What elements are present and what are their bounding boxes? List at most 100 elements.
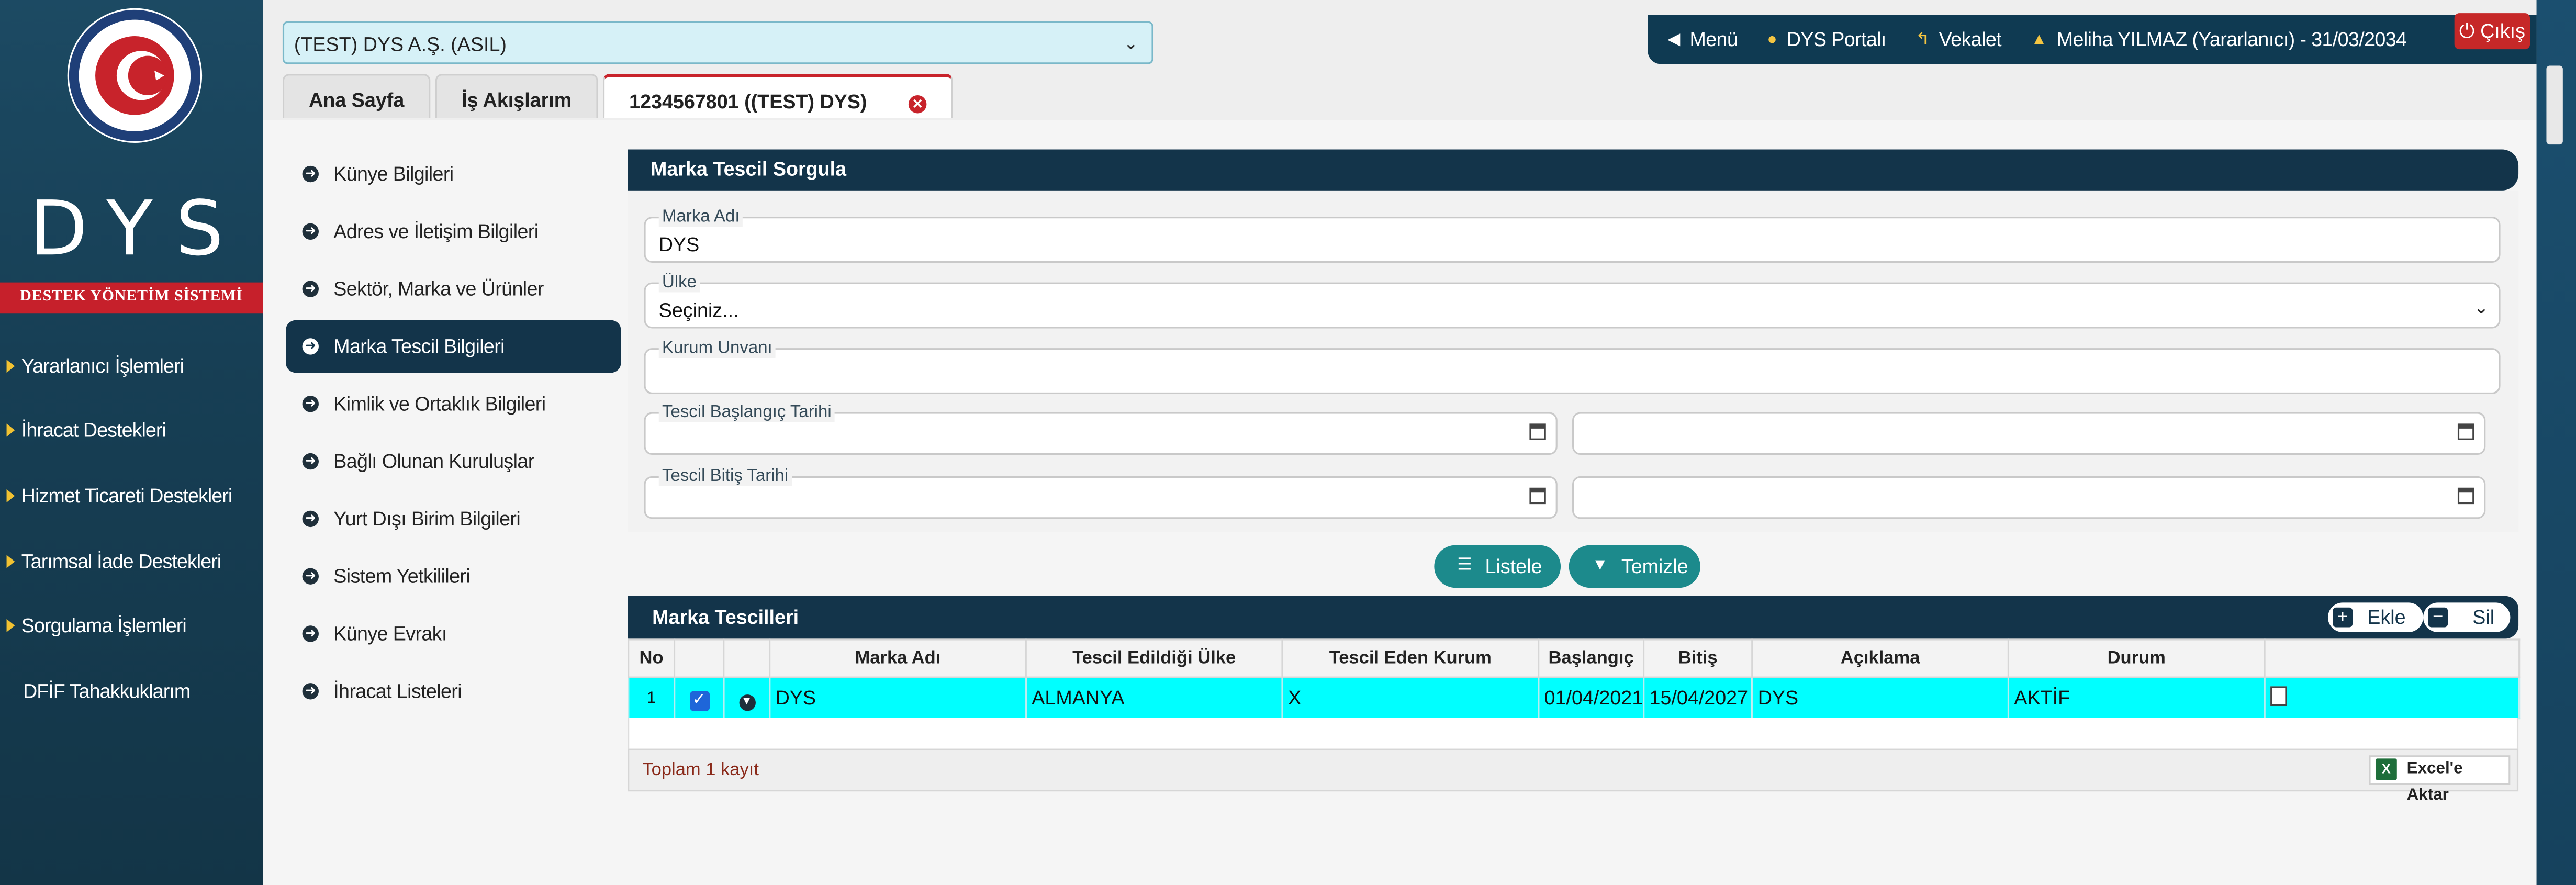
nav-label: Yurt Dışı Birim Bilgileri <box>333 507 521 531</box>
sidebar-item-tarimsal-iade[interactable]: Tarımsal İade Destekleri <box>0 529 263 593</box>
column-header <box>673 638 725 678</box>
sidebar-item-label: Tarımsal İade Destekleri <box>21 549 221 573</box>
column-header[interactable]: Başlangıç <box>1538 638 1645 678</box>
nav-yurt-disi-birim[interactable]: ➜ Yurt Dışı Birim Bilgileri <box>286 492 621 545</box>
nav-label: Sistem Yetkilileri <box>333 565 471 588</box>
close-tab-icon[interactable]: ✕ <box>909 95 927 114</box>
kurum-unvani-field[interactable]: Kurum Unvanı <box>644 338 2501 394</box>
column-header[interactable]: Marka Adı <box>769 638 1027 678</box>
nav-user-link[interactable]: ▲ Meliha YILMAZ (Yararlanıcı) - 31/03/20… <box>2031 28 2407 51</box>
exit-button[interactable]: ⏻ Çıkış <box>2454 13 2530 50</box>
nav-marka-tescil[interactable]: ➜ Marka Tescil Bilgileri <box>286 320 621 373</box>
sidebar-item-label: DFİF Tahakkuklarım <box>23 679 191 703</box>
tab-firm-record[interactable]: 1234567801 ((TEST) DYS) ✕ <box>602 74 953 118</box>
plus-icon: + <box>2333 607 2353 628</box>
button-label: Ekle <box>2367 606 2406 629</box>
calendar-icon[interactable] <box>1529 487 1546 505</box>
arrow-circle-icon: ➜ <box>302 568 319 585</box>
sidebar-item-sorgulama[interactable]: Sorgulama İşlemleri <box>0 593 263 658</box>
column-header[interactable]: Durum <box>2007 638 2266 678</box>
nav-user-label: Meliha YILMAZ (Yararlanıcı) - 31/03/2034 <box>2056 28 2407 51</box>
sidebar-item-hizmet-ticareti[interactable]: Hizmet Ticareti Destekleri <box>0 463 263 528</box>
cell-aciklama: DYS <box>1751 676 2009 720</box>
nav-vekalet-link[interactable]: ↰ Vekalet <box>1916 28 2001 51</box>
arrow-circle-icon: ➜ <box>302 683 319 700</box>
field-value: DYS <box>658 233 700 256</box>
nav-menu-link[interactable]: ◀ Menü <box>1667 28 1738 51</box>
calendar-icon[interactable] <box>1529 423 1546 440</box>
ministry-seal-logo <box>67 8 203 143</box>
arrow-circle-icon: ➜ <box>302 223 319 240</box>
sidebar-item-dfif[interactable]: DFİF Tahakkuklarım <box>0 658 263 723</box>
sidebar-item-label: Yararlanıcı İşlemleri <box>21 354 184 377</box>
column-header[interactable]: Tescil Eden Kurum <box>1281 638 1540 678</box>
nav-sektor-marka[interactable]: ➜ Sektör, Marka ve Ürünler <box>286 263 621 315</box>
listele-button[interactable]: ☰ Listele <box>1434 545 1561 588</box>
nav-label: Künye Evrakı <box>333 622 447 645</box>
scrollbar[interactable] <box>2536 0 2576 885</box>
nav-kunye-bilgileri[interactable]: ➜ Künye Bilgileri <box>286 148 621 200</box>
calendar-icon[interactable] <box>2457 423 2474 440</box>
ulke-select[interactable]: Ülke Seçiniz... ⌄ <box>644 272 2501 329</box>
delete-button[interactable]: − Sil <box>2423 602 2511 632</box>
field-label: Marka Adı <box>658 207 743 227</box>
arrow-circle-icon: ➜ <box>302 281 319 297</box>
record-section-nav: ➜ Künye Bilgileri ➜ Adres ve İletişim Bilg… <box>286 148 621 722</box>
marka-adi-field[interactable]: Marka Adı DYS <box>644 207 2501 263</box>
tab-label: Ana Sayfa <box>309 88 405 112</box>
row-document[interactable] <box>2264 676 2521 720</box>
nav-sistem-yetkilileri[interactable]: ➜ Sistem Yetkilileri <box>286 550 621 602</box>
nav-bagli-kuruluslar[interactable]: ➜ Bağlı Olunan Kuruluşlar <box>286 435 621 487</box>
temizle-button[interactable]: ▼ Temizle <box>1569 545 1700 588</box>
excel-export-button[interactable]: X Excel'e Aktar <box>2369 755 2511 804</box>
nav-portal-link[interactable]: ● DYS Portalı <box>1767 28 1887 51</box>
tescil-bitis-to-field[interactable] <box>1572 476 2486 519</box>
nav-kimlik-ortaklik[interactable]: ➜ Kimlik ve Ortaklık Bilgileri <box>286 378 621 430</box>
scrollbar-thumb[interactable] <box>2546 65 2563 145</box>
tescil-bitis-from-field[interactable]: Tescil Bitiş Tarihi <box>644 466 1558 519</box>
top-navigation: ◀ Menü ● DYS Portalı ↰ Vekalet ▲ Meliha … <box>1648 15 2537 64</box>
arrow-circle-icon: ➜ <box>302 396 319 412</box>
tab-ana-sayfa[interactable]: Ana Sayfa <box>282 74 431 118</box>
nav-kunye-evraki[interactable]: ➜ Künye Evrakı <box>286 608 621 660</box>
row-expand[interactable]: ▼ <box>723 676 771 720</box>
table-row[interactable]: 1 ✓ ▼ DYS ALMANYA X 01/04/2021 15/04/202… <box>628 676 2521 720</box>
caret-right-icon <box>6 489 15 502</box>
column-header[interactable]: Açıklama <box>1751 638 2009 678</box>
tescil-baslangic-to-field[interactable] <box>1572 412 2486 455</box>
arrow-circle-icon: ➜ <box>302 338 319 355</box>
cell-kurum: X <box>1281 676 1540 720</box>
tescil-baslangic-from-field[interactable]: Tescil Başlangıç Tarihi <box>644 402 1558 455</box>
checkmark-icon: ✓ <box>689 690 709 710</box>
sidebar-item-yararlanici[interactable]: Yararlanıcı İşlemleri <box>0 333 263 398</box>
table-footer: Toplam 1 kayıt X Excel'e Aktar <box>628 748 2519 804</box>
filter-icon: ▼ <box>1592 556 1608 575</box>
tab-label: İş Akışlarım <box>462 88 572 112</box>
column-header[interactable]: Bitiş <box>1642 638 1753 678</box>
button-label: Listele <box>1485 555 1542 578</box>
column-header <box>723 638 771 678</box>
nav-ihracat-listeleri[interactable]: ➜ İhracat Listeleri <box>286 665 621 718</box>
caret-right-icon <box>6 619 15 633</box>
column-header[interactable]: No <box>628 638 676 678</box>
globe-icon: ● <box>1767 30 1777 49</box>
cell-bitis: 15/04/2027 <box>1642 676 1753 720</box>
add-button[interactable]: + Ekle <box>2327 602 2424 632</box>
arrow-circle-icon: ➜ <box>302 625 319 642</box>
search-form: Marka Adı DYS Ülke Seçiniz... ⌄ Kurum Un… <box>628 190 2519 532</box>
power-icon: ⏻ <box>2459 19 2475 43</box>
user-icon: ▲ <box>2031 30 2047 49</box>
system-name-banner: DESTEK YÖNETİM SİSTEMİ <box>0 282 263 314</box>
column-header[interactable]: Tescil Edildiği Ülke <box>1025 638 1283 678</box>
side-menu: Yararlanıcı İşlemleri İhracat Destekleri… <box>0 333 263 723</box>
tab-is-akislarim[interactable]: İş Akışlarım <box>435 74 598 118</box>
nav-adres-iletisim[interactable]: ➜ Adres ve İletişim Bilgileri <box>286 205 621 257</box>
sidebar-item-ihracat[interactable]: İhracat Destekleri <box>0 398 263 463</box>
column-header <box>2264 638 2521 678</box>
cell-baslangic: 01/04/2021 <box>1538 676 1645 720</box>
calendar-icon[interactable] <box>2457 487 2474 505</box>
row-checkbox[interactable]: ✓ <box>673 676 725 720</box>
results-header: Marka Tescilleri + Ekle − Sil <box>628 596 2519 639</box>
field-label: Tescil Bitiş Tarihi <box>658 466 792 486</box>
company-select[interactable]: (TEST) DYS A.Ş. (ASIL) ⌄ <box>282 21 1153 64</box>
